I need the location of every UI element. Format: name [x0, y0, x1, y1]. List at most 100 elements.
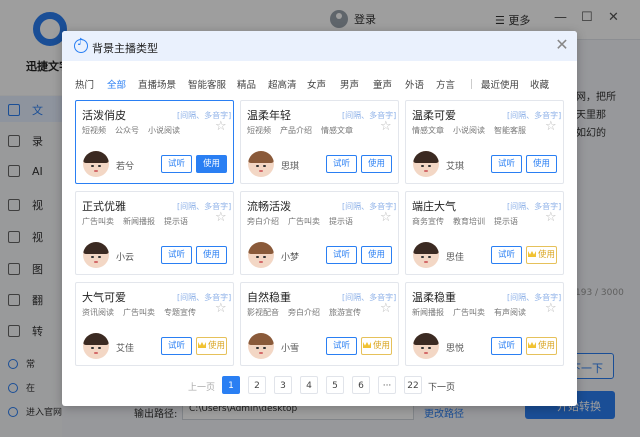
voice-category: 小说阅读	[453, 126, 485, 135]
star-icon[interactable]: ☆	[380, 302, 392, 315]
voice-category: 新闻播报	[412, 308, 444, 317]
use-button[interactable]: 使用	[361, 155, 392, 173]
close-icon[interactable]: ✕	[553, 36, 571, 54]
use-button[interactable]: 使用	[526, 246, 557, 264]
tab-9[interactable]: 外语	[405, 77, 424, 91]
tab-divider	[471, 79, 472, 89]
voice-style-name: 温柔年轻	[247, 109, 291, 122]
star-icon[interactable]: ☆	[545, 120, 557, 133]
voice-style-name: 大气可爱	[82, 291, 126, 304]
page-button[interactable]: 2	[248, 376, 266, 394]
voice-category: 情感文章	[321, 126, 353, 135]
voice-categories: 商务宣传 教育培训 提示语	[412, 216, 527, 227]
prev-page-button[interactable]: 上一页	[188, 380, 215, 393]
tab-0[interactable]: 热门	[75, 77, 94, 91]
voice-card[interactable]: 大气可爱 [间隔、多音字] ☆ 资讯阅读 广告叫卖 专题宣传 艾佳 试听 使用	[75, 282, 234, 366]
voice-category: 短视频	[82, 126, 106, 135]
voice-avatar	[413, 242, 439, 268]
voice-avatar	[248, 333, 274, 359]
tab-4[interactable]: 精品	[237, 77, 256, 91]
star-icon[interactable]: ☆	[380, 120, 392, 133]
listen-button[interactable]: 试听	[161, 337, 192, 355]
listen-button[interactable]: 试听	[491, 155, 522, 173]
use-button[interactable]: 使用	[526, 155, 557, 173]
voice-name: 小雪	[281, 344, 300, 354]
voice-category: 提示语	[164, 217, 188, 226]
listen-button[interactable]: 试听	[326, 155, 357, 173]
voice-card[interactable]: 活泼俏皮 [间隔、多音字] ☆ 短视频 公众号 小说阅读 若兮 试听 使用	[75, 100, 234, 184]
tab-7[interactable]: 男声	[340, 77, 359, 91]
use-label: 使用	[372, 341, 390, 351]
tab-3[interactable]: 智能客服	[188, 77, 226, 91]
dialog-title: 背景主播类型	[92, 42, 158, 55]
voice-category: 提示语	[329, 217, 353, 226]
tab-2[interactable]: 直播场景	[138, 77, 176, 91]
listen-button[interactable]: 试听	[491, 337, 522, 355]
star-icon[interactable]: ☆	[545, 211, 557, 224]
voice-categories: 影视配音 旁白介绍 旅游宣传	[247, 307, 370, 318]
music-icon	[74, 37, 88, 53]
voice-category: 旁白介绍	[247, 217, 279, 226]
voice-card[interactable]: 正式优雅 [间隔、多音字] ☆ 广告叫卖 新闻播报 提示语 小云 试听 使用	[75, 191, 234, 275]
voice-card[interactable]: 温柔可爱 [间隔、多音字] ☆ 情感文章 小说阅读 智能客服 艾琪 试听 使用	[405, 100, 564, 184]
voice-style-name: 端庄大气	[412, 200, 456, 213]
voice-avatar	[413, 333, 439, 359]
voice-name: 思琪	[281, 162, 300, 172]
use-button[interactable]: 使用	[361, 246, 392, 264]
use-label: 使用	[367, 159, 385, 169]
voice-name: 若兮	[116, 162, 135, 172]
use-label: 使用	[202, 250, 220, 260]
star-icon[interactable]: ☆	[215, 211, 227, 224]
page-button[interactable]: 22	[404, 376, 422, 394]
use-button[interactable]: 使用	[196, 337, 227, 355]
next-page-button[interactable]: 下一页	[428, 380, 455, 393]
voice-name: 小梦	[281, 253, 300, 263]
use-button[interactable]: 使用	[196, 155, 227, 173]
listen-button[interactable]: 试听	[326, 337, 357, 355]
page-button[interactable]: 1	[222, 376, 240, 394]
tab-1[interactable]: 全部	[107, 77, 126, 91]
tab-6[interactable]: 女声	[307, 77, 326, 91]
tab-8[interactable]: 童声	[373, 77, 392, 91]
use-label: 使用	[202, 159, 220, 169]
listen-button[interactable]: 试听	[326, 246, 357, 264]
page-button[interactable]: 5	[326, 376, 344, 394]
vip-crown-icon	[527, 251, 536, 257]
voice-avatar	[248, 242, 274, 268]
voice-categories: 新闻播报 广告叫卖 有声阅读	[412, 307, 535, 318]
page-button[interactable]: 6	[352, 376, 370, 394]
voice-name: 艾琪	[446, 162, 465, 172]
tab-11[interactable]: 最近使用	[481, 77, 519, 91]
page-button[interactable]: 4	[300, 376, 318, 394]
voice-style-name: 自然稳重	[247, 291, 291, 304]
star-icon[interactable]: ☆	[215, 302, 227, 315]
tab-5[interactable]: 超高清	[268, 77, 297, 91]
star-icon[interactable]: ☆	[380, 211, 392, 224]
listen-button[interactable]: 试听	[491, 246, 522, 264]
page-button[interactable]: 3	[274, 376, 292, 394]
voice-style-name: 流畅活泼	[247, 200, 291, 213]
voice-category: 商务宣传	[412, 217, 444, 226]
voice-card[interactable]: 温柔年轻 [间隔、多音字] ☆ 短视频 产品介绍 情感文章 思琪 试听 使用	[240, 100, 399, 184]
tab-10[interactable]: 方言	[436, 77, 455, 91]
tab-12[interactable]: 收藏	[530, 77, 549, 91]
listen-button[interactable]: 试听	[161, 246, 192, 264]
voice-category: 有声阅读	[494, 308, 526, 317]
voice-card[interactable]: 端庄大气 [间隔、多音字] ☆ 商务宣传 教育培训 提示语 思佳 试听 使用	[405, 191, 564, 275]
use-label: 使用	[367, 250, 385, 260]
voice-card[interactable]: 流畅活泼 [间隔、多音字] ☆ 旁白介绍 广告叫卖 提示语 小梦 试听 使用	[240, 191, 399, 275]
listen-button[interactable]: 试听	[161, 155, 192, 173]
star-icon[interactable]: ☆	[545, 302, 557, 315]
voice-style-name: 温柔可爱	[412, 109, 456, 122]
voice-style-name: 正式优雅	[82, 200, 126, 213]
use-button[interactable]: 使用	[361, 337, 392, 355]
voice-card[interactable]: 自然稳重 [间隔、多音字] ☆ 影视配音 旁白介绍 旅游宣传 小雪 试听 使用	[240, 282, 399, 366]
voice-card[interactable]: 温柔稳重 [间隔、多音字] ☆ 新闻播报 广告叫卖 有声阅读 思悦 试听 使用	[405, 282, 564, 366]
page-button[interactable]: ···	[378, 376, 396, 394]
voice-categories: 短视频 产品介绍 情感文章	[247, 125, 362, 136]
voice-style-name: 温柔稳重	[412, 291, 456, 304]
dialog-header: 背景主播类型 ✕	[62, 31, 577, 61]
use-button[interactable]: 使用	[196, 246, 227, 264]
use-button[interactable]: 使用	[526, 337, 557, 355]
star-icon[interactable]: ☆	[215, 120, 227, 133]
